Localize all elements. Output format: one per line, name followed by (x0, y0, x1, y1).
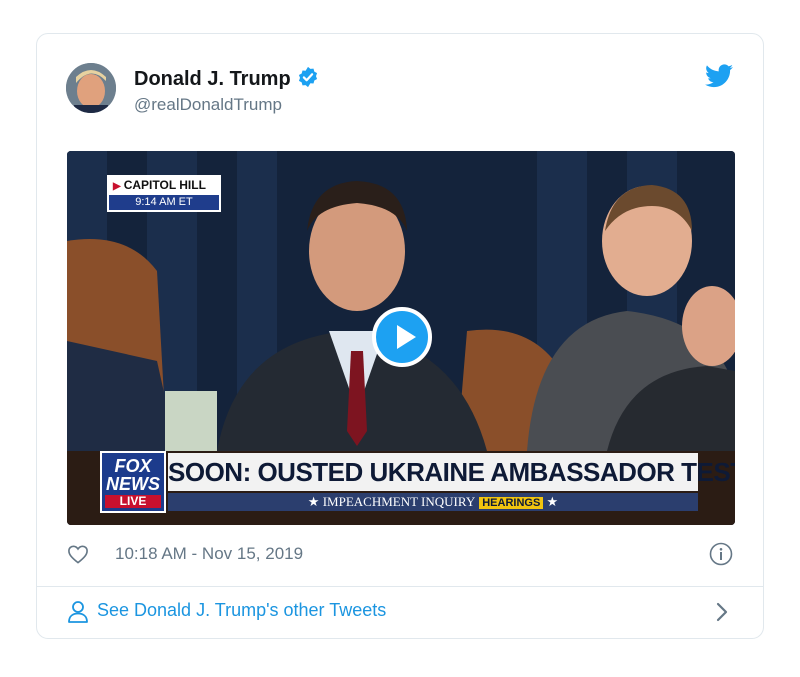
play-icon[interactable] (372, 307, 432, 367)
twitter-bird-icon[interactable] (705, 64, 733, 88)
info-icon[interactable] (709, 542, 733, 566)
triangle-icon: ▶ (113, 181, 121, 192)
location-time: 9:14 AM ET (109, 195, 219, 210)
subline-bar: ★ IMPEACHMENT INQUIRY HEARINGS ★ (168, 493, 698, 511)
divider (37, 586, 763, 587)
network-line1: FOX (114, 456, 152, 476)
see-other-tweets-link[interactable]: See Donald J. Trump's other Tweets (97, 600, 386, 621)
author-name[interactable]: Donald J. Trump (134, 66, 319, 91)
user-icon[interactable] (67, 600, 89, 624)
author-name-text[interactable]: Donald J. Trump (134, 68, 291, 90)
location-label: CAPITOL HILL (123, 178, 206, 192)
subline-text: IMPEACHMENT INQUIRY (322, 494, 476, 509)
location-bug: ▶ CAPITOL HILL 9:14 AM ET (107, 175, 221, 212)
subline-highlight: HEARINGS (479, 497, 544, 509)
tweet-timestamp[interactable]: 10:18 AM - Nov 15, 2019 (115, 544, 303, 564)
avatar[interactable] (66, 63, 116, 113)
headline-chyron: SOON: OUSTED UKRAINE AMBASSADOR TESTIFIE… (168, 453, 735, 491)
chevron-right-icon[interactable] (715, 602, 729, 622)
network-logo: FOX NEWS LIVE (100, 451, 166, 513)
heart-icon[interactable] (67, 544, 89, 564)
network-line2: NEWS (106, 474, 160, 494)
live-badge: LIVE (105, 495, 161, 508)
video-player[interactable]: ▶ CAPITOL HILL 9:14 AM ET FOX NEWS LIVE S… (67, 151, 735, 525)
author-handle[interactable]: @realDonaldTrump (134, 95, 282, 115)
embedded-tweet-card[interactable]: Donald J. Trump @realDonaldTrump ▶ CAPIT… (36, 33, 764, 639)
verified-badge-icon (298, 66, 317, 88)
